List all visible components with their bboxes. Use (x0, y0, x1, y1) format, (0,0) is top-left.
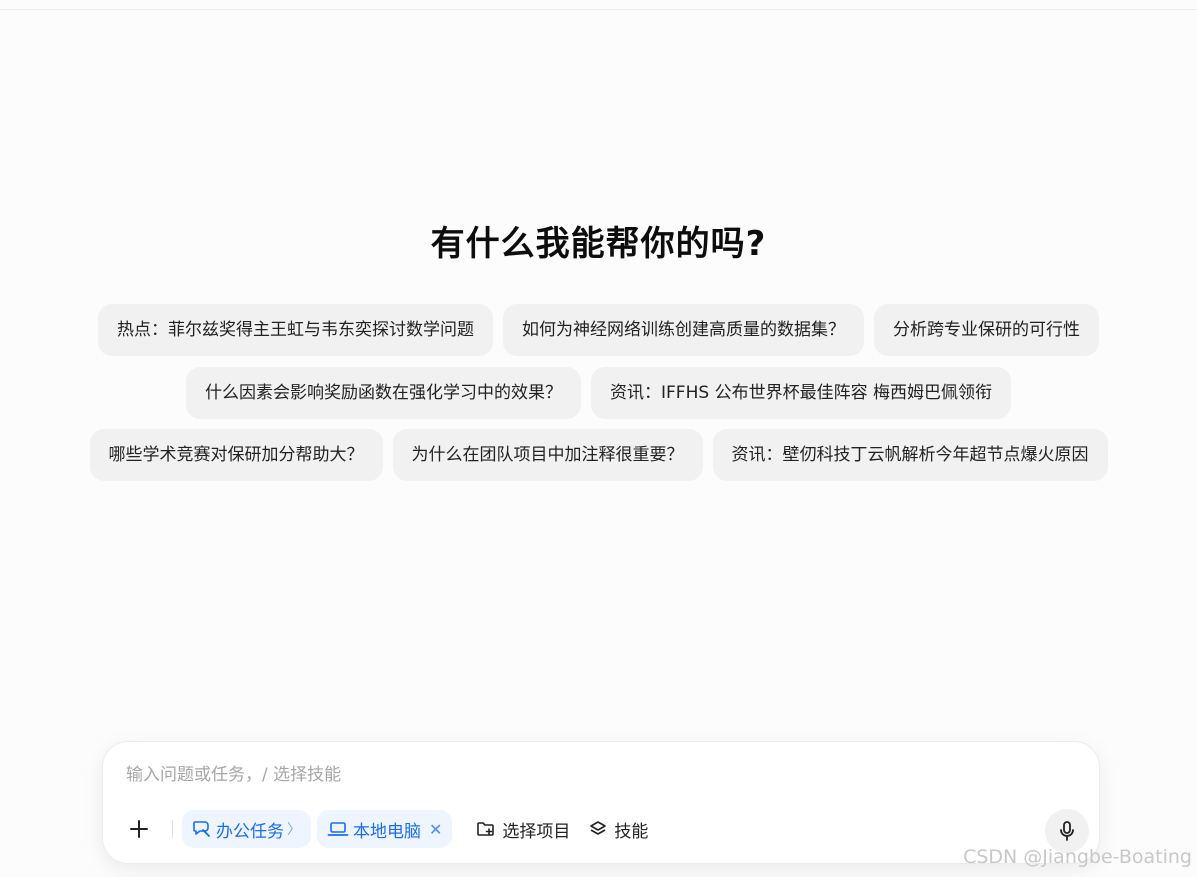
folder-icon (477, 822, 495, 836)
suggestion-chip[interactable]: 如何为神经网络训练创建高质量的数据集？ (503, 304, 864, 356)
layers-icon (590, 821, 607, 835)
microphone-icon (1060, 821, 1074, 841)
local-computer-button[interactable]: 本地电脑 ✕ (317, 810, 453, 848)
suggestion-row-2: 什么因素会影响奖励函数在强化学习中的效果？ 资讯：IFFHS 公布世界杯最佳阵容… (0, 367, 1197, 419)
page: 有什么我能帮你的吗? 热点：菲尔兹奖得主王虹与韦东奕探讨数学问题 如何为神经网络… (0, 0, 1197, 877)
watermark: CSDN @Jiangbe-Boating (963, 846, 1192, 868)
chat-input[interactable] (126, 760, 1026, 790)
remove-local-computer-icon[interactable]: ✕ (429, 820, 442, 839)
chat-composer: 办公任务 〉 本地电脑 ✕ 选择项目 (102, 741, 1100, 864)
suggestion-chip[interactable]: 资讯：IFFHS 公布世界杯最佳阵容 梅西姆巴佩领衔 (591, 367, 1011, 419)
suggestion-chip[interactable]: 资讯：壁仞科技丁云帆解析今年超节点爆火原因 (712, 429, 1108, 481)
composer-toolbar: 办公任务 〉 本地电脑 ✕ 选择项目 技能 (121, 809, 656, 849)
suggestion-chip[interactable]: 热点：菲尔兹奖得主王虹与韦东奕探讨数学问题 (98, 304, 493, 356)
suggestion-row-3: 哪些学术竞赛对保研加分帮助大？ 为什么在团队项目中加注释很重要？ 资讯：壁仞科技… (0, 429, 1197, 481)
office-task-label: 办公任务 (216, 821, 284, 842)
office-task-button[interactable]: 办公任务 〉 (182, 810, 311, 848)
suggestion-chip[interactable]: 哪些学术竞赛对保研加分帮助大？ (89, 429, 383, 481)
suggestion-chip[interactable]: 为什么在团队项目中加注释很重要？ (392, 429, 703, 481)
suggestion-row-1: 热点：菲尔兹奖得主王虹与韦东奕探讨数学问题 如何为神经网络训练创建高质量的数据集… (0, 304, 1197, 356)
add-attachment-button[interactable] (121, 811, 157, 847)
toolbar-divider (172, 820, 173, 838)
top-divider (0, 9, 1197, 10)
suggestion-chip[interactable]: 什么因素会影响奖励函数在强化学习中的效果？ (186, 367, 582, 419)
plus-icon (130, 820, 148, 838)
suggestion-chip[interactable]: 分析跨专业保研的可行性 (874, 304, 1099, 356)
chevron-right-icon: 〉 (287, 822, 301, 838)
select-project-label: 选择项目 (502, 821, 571, 842)
skills-button[interactable]: 技能 (580, 810, 656, 848)
select-project-button[interactable]: 选择项目 (468, 810, 578, 848)
office-task-icon (193, 821, 210, 837)
skills-label: 技能 (614, 821, 649, 842)
page-headline: 有什么我能帮你的吗? (430, 224, 767, 264)
laptop-icon (327, 822, 349, 836)
local-computer-label: 本地电脑 (353, 821, 421, 842)
